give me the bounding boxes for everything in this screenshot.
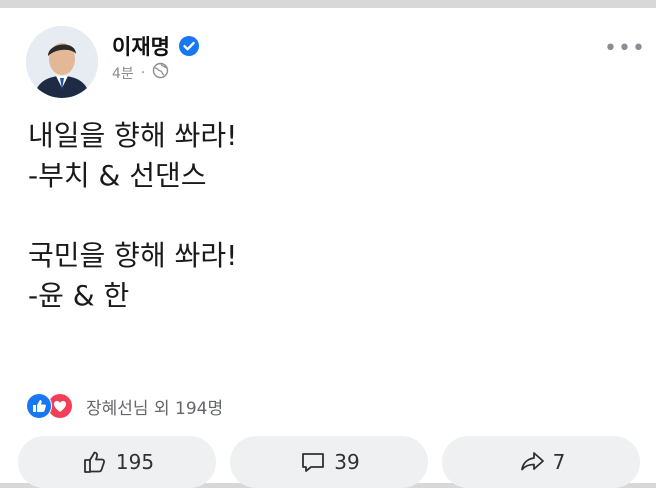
like-button[interactable]: 195 bbox=[18, 436, 216, 488]
comment-icon bbox=[302, 453, 325, 472]
globe-icon bbox=[152, 62, 169, 83]
post-line: 국민을 향해 쏴라! bbox=[28, 239, 238, 272]
author-name[interactable]: 이재명 bbox=[112, 31, 170, 61]
reaction-text: 장혜선님 외 194명 bbox=[86, 398, 224, 419]
like-icon bbox=[26, 393, 52, 419]
more-icon[interactable]: ••• bbox=[604, 36, 646, 61]
thumbs-up-icon bbox=[84, 451, 105, 473]
post-line: -부치 & 선댄스 bbox=[28, 159, 207, 192]
meta-separator: · bbox=[140, 64, 146, 81]
comment-button[interactable]: 39 bbox=[230, 436, 428, 488]
share-icon bbox=[520, 452, 544, 471]
post-line: -윤 & 한 bbox=[28, 279, 130, 312]
post-time[interactable]: 4분 bbox=[112, 63, 134, 83]
share-count: 7 bbox=[552, 450, 566, 474]
action-bar: 195 39 7 bbox=[18, 436, 640, 488]
share-button[interactable]: 7 bbox=[442, 436, 640, 488]
author-photo bbox=[26, 26, 98, 98]
post-line: 내일을 향해 쏴라! bbox=[28, 119, 238, 152]
author-name-row: 이재명 bbox=[112, 31, 200, 61]
reaction-summary[interactable]: 장혜선님 외 194명 bbox=[26, 393, 223, 419]
reaction-icons bbox=[26, 393, 78, 419]
comment-count: 39 bbox=[334, 450, 360, 474]
verified-badge-icon bbox=[178, 35, 200, 57]
like-count: 195 bbox=[115, 450, 155, 474]
post-card: 이재명 4분 · ••• 내일을 향해 쏴라! -부치 & 선댄스 국민을 향해… bbox=[0, 8, 656, 488]
author-avatar[interactable] bbox=[26, 26, 98, 98]
post-meta: 4분 · bbox=[112, 62, 169, 83]
post-text: 내일을 향해 쏴라! -부치 & 선댄스 국민을 향해 쏴라! -윤 & 한 bbox=[28, 116, 237, 316]
post-line bbox=[28, 196, 237, 236]
